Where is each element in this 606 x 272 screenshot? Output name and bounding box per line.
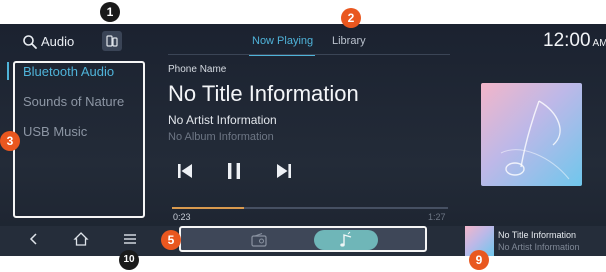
menu-icon[interactable] <box>123 232 137 246</box>
callout-10: 10 <box>119 250 139 270</box>
mode-bar-highlight-box <box>179 226 427 252</box>
active-source-indicator <box>7 62 9 80</box>
clock-ampm: AM <box>592 38 606 49</box>
elapsed-time: 0:23 <box>173 212 191 222</box>
back-icon[interactable] <box>27 232 41 246</box>
callout-1: 1 <box>100 2 120 22</box>
track-title: No Title Information <box>168 81 359 106</box>
album-art <box>481 83 582 186</box>
skip-next-icon[interactable] <box>274 161 294 181</box>
tab-library[interactable]: Library <box>332 35 366 47</box>
music-note-artwork <box>500 100 570 180</box>
progress-bar[interactable] <box>172 207 448 209</box>
source-switch-button[interactable] <box>102 31 122 51</box>
device-name: Phone Name <box>168 64 227 75</box>
mini-player-title[interactable]: No Title Information <box>498 230 576 240</box>
callout-2: 2 <box>341 8 361 28</box>
total-time: 1:27 <box>428 212 446 222</box>
track-album: No Album Information <box>168 131 274 143</box>
clock: 12:00 AM <box>543 30 606 52</box>
callout-9: 9 <box>469 250 489 270</box>
progress-fill <box>172 207 244 209</box>
tab-now-playing[interactable]: Now Playing <box>252 35 313 47</box>
mini-player-artist[interactable]: No Artist Information <box>498 242 580 252</box>
clock-time: 12:00 <box>543 30 591 51</box>
pause-icon[interactable] <box>224 161 244 181</box>
callout-3: 3 <box>0 131 20 151</box>
sidebar-highlight-box <box>13 61 145 218</box>
search-icon[interactable] <box>22 34 38 50</box>
page-title: Audio <box>41 34 75 49</box>
skip-previous-icon[interactable] <box>175 161 195 181</box>
track-artist: No Artist Information <box>168 113 277 127</box>
header-divider <box>168 54 450 55</box>
callout-5: 5 <box>161 230 181 250</box>
home-icon[interactable] <box>73 231 89 247</box>
source-switch-icon <box>106 35 118 47</box>
